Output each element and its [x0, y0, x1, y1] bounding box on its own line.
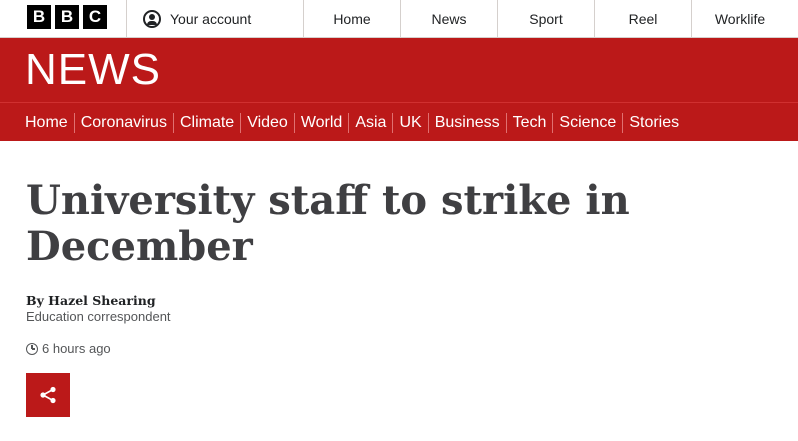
section-nav-stories[interactable]: Stories [622, 112, 685, 133]
top-nav-sport[interactable]: Sport [497, 0, 594, 38]
section-nav-business[interactable]: Business [427, 112, 506, 133]
section-nav-coronavirus[interactable]: Coronavirus [73, 112, 173, 133]
share-icon [40, 386, 56, 404]
clock-icon [26, 342, 38, 355]
news-band: NEWS [0, 38, 798, 102]
section-nav-climate[interactable]: Climate [172, 112, 240, 133]
section-nav-uk[interactable]: UK [392, 112, 427, 133]
account-link[interactable]: Your account [143, 0, 251, 38]
top-nav-reel[interactable]: Reel [594, 0, 691, 38]
divider [126, 0, 127, 38]
top-nav: Home News Sport Reel Worklife [303, 0, 788, 38]
section-nav-home[interactable]: Home [25, 113, 74, 133]
section-nav-science[interactable]: Science [552, 112, 622, 133]
bbc-logo[interactable]: B B C [27, 5, 107, 29]
logo-letter-c: C [83, 5, 107, 29]
user-circle-icon [143, 10, 161, 28]
logo-letter-b2: B [55, 5, 79, 29]
article-timestamp: 6 hours ago [26, 341, 111, 356]
top-nav-home[interactable]: Home [303, 0, 400, 38]
article-headline: University staff to strike in December [26, 177, 630, 270]
section-nav-asia[interactable]: Asia [348, 112, 392, 133]
top-nav-worklife[interactable]: Worklife [691, 0, 788, 38]
section-nav: Home Coronavirus Climate Video World Asi… [25, 103, 685, 142]
account-label: Your account [170, 11, 252, 27]
section-nav-video[interactable]: Video [240, 112, 294, 133]
section-nav-world[interactable]: World [293, 112, 349, 133]
timestamp-text: 6 hours ago [42, 341, 111, 356]
share-button[interactable] [26, 373, 70, 417]
author-byline: By Hazel Shearing [26, 293, 156, 308]
logo-letter-b1: B [27, 5, 51, 29]
section-nav-bar: Home Coronavirus Climate Video World Asi… [0, 102, 798, 141]
top-nav-news[interactable]: News [400, 0, 497, 38]
top-bar: B B C Your account Home News Sport Reel … [0, 0, 798, 38]
author-role: Education correspondent [26, 309, 171, 324]
section-nav-tech[interactable]: Tech [505, 112, 553, 133]
news-wordmark[interactable]: NEWS [25, 46, 161, 94]
